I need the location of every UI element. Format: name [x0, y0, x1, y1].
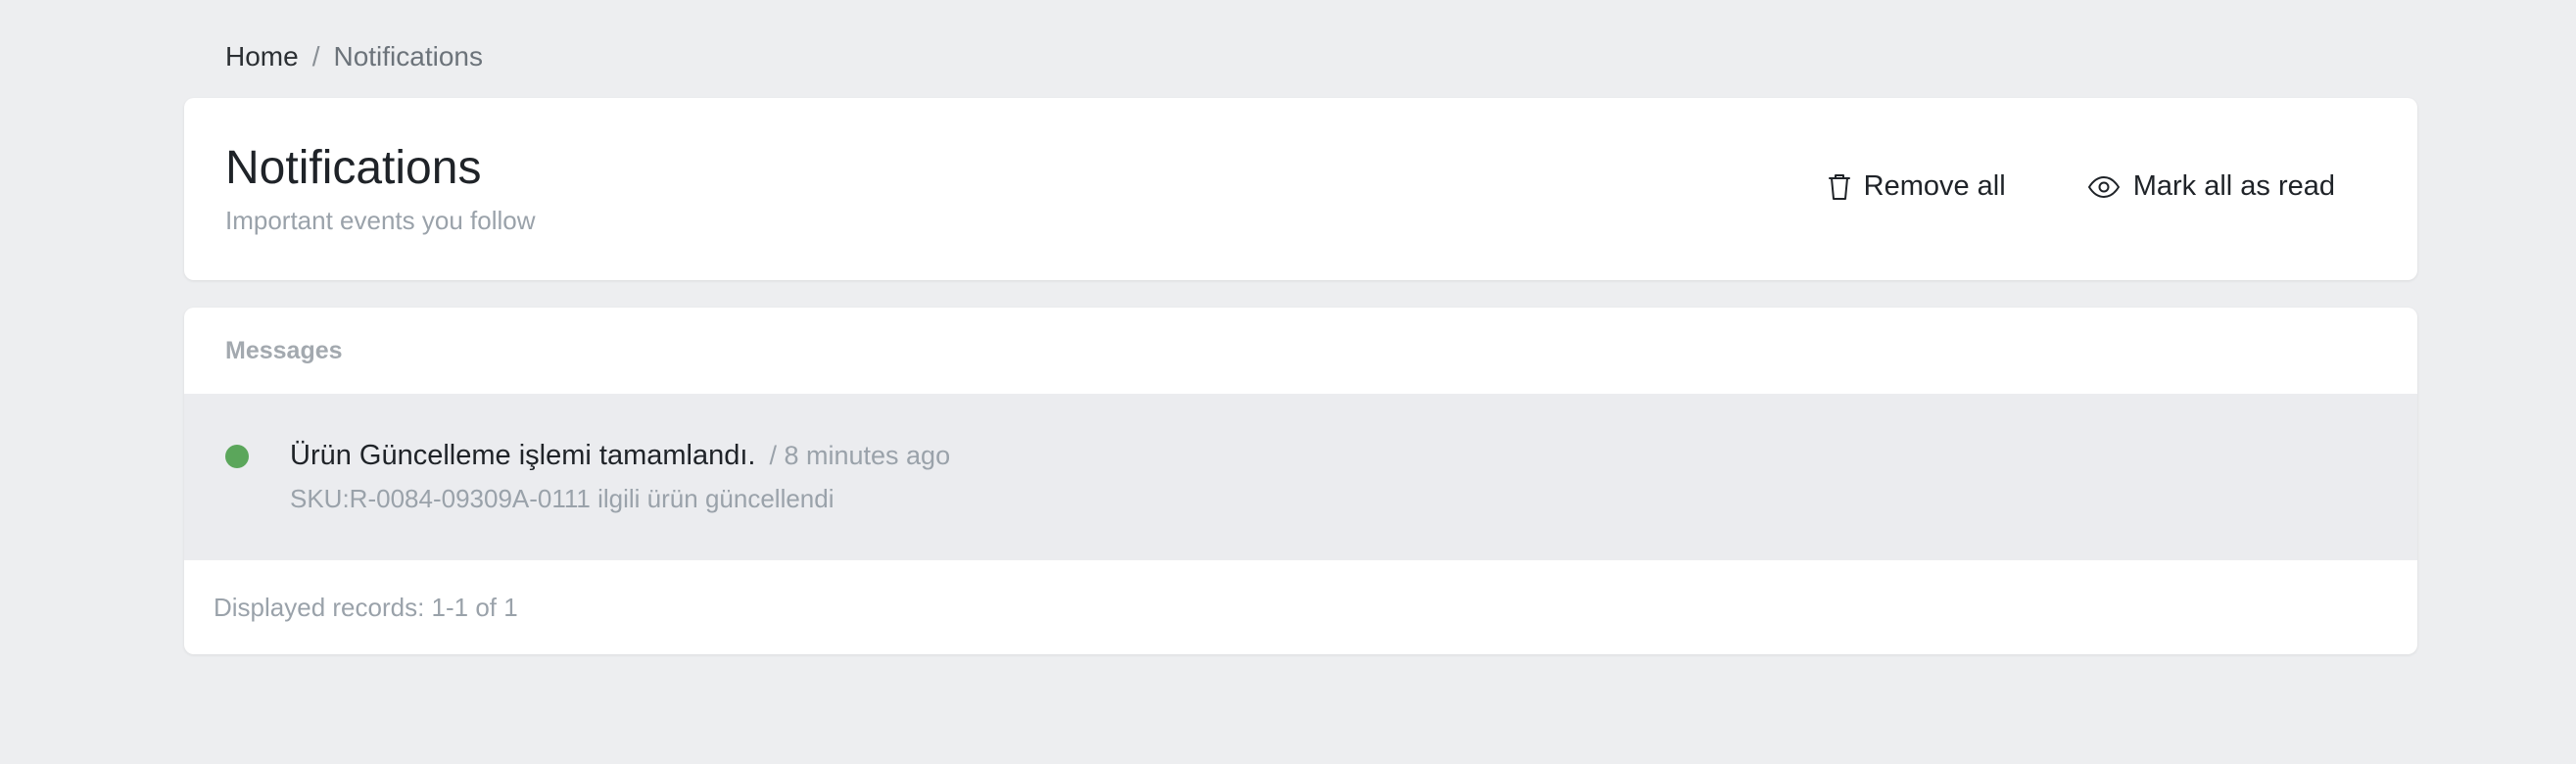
eye-icon	[2087, 175, 2120, 198]
remove-all-button[interactable]: Remove all	[1828, 170, 2006, 203]
page-title: Notifications	[225, 142, 482, 194]
remove-all-label: Remove all	[1863, 170, 2006, 202]
trash-icon	[1828, 173, 1850, 201]
notification-title-row: Ürün Güncelleme işlemi tamamlandı. / 8 m…	[290, 440, 950, 472]
breadcrumb: Home / Notifications	[225, 41, 483, 72]
messages-heading: Messages	[225, 336, 343, 364]
mark-all-read-label: Mark all as read	[2132, 170, 2335, 202]
records-count: Displayed records: 1-1 of 1	[214, 592, 518, 622]
breadcrumb-separator: /	[311, 41, 320, 72]
breadcrumb-home-link[interactable]: Home	[225, 41, 299, 72]
notification-item[interactable]: Ürün Güncelleme işlemi tamamlandı. / 8 m…	[184, 394, 2417, 560]
breadcrumb-current: Notifications	[333, 41, 483, 72]
notification-time: / 8 minutes ago	[769, 441, 951, 470]
notification-body: SKU:R-0084-09309A-0111 ilgili ürün günce…	[290, 484, 835, 513]
page-subtitle: Important events you follow	[225, 206, 536, 235]
notification-title: Ürün Güncelleme işlemi tamamlandı.	[290, 440, 756, 471]
unread-status-dot	[225, 445, 249, 468]
mark-all-read-button[interactable]: Mark all as read	[2087, 170, 2335, 203]
header-actions: Remove all Mark all as read	[1828, 170, 2335, 203]
page-header-card: Notifications Important events you follo…	[184, 98, 2417, 280]
messages-card: Messages Ürün Güncelleme işlemi tamamlan…	[184, 308, 2417, 654]
